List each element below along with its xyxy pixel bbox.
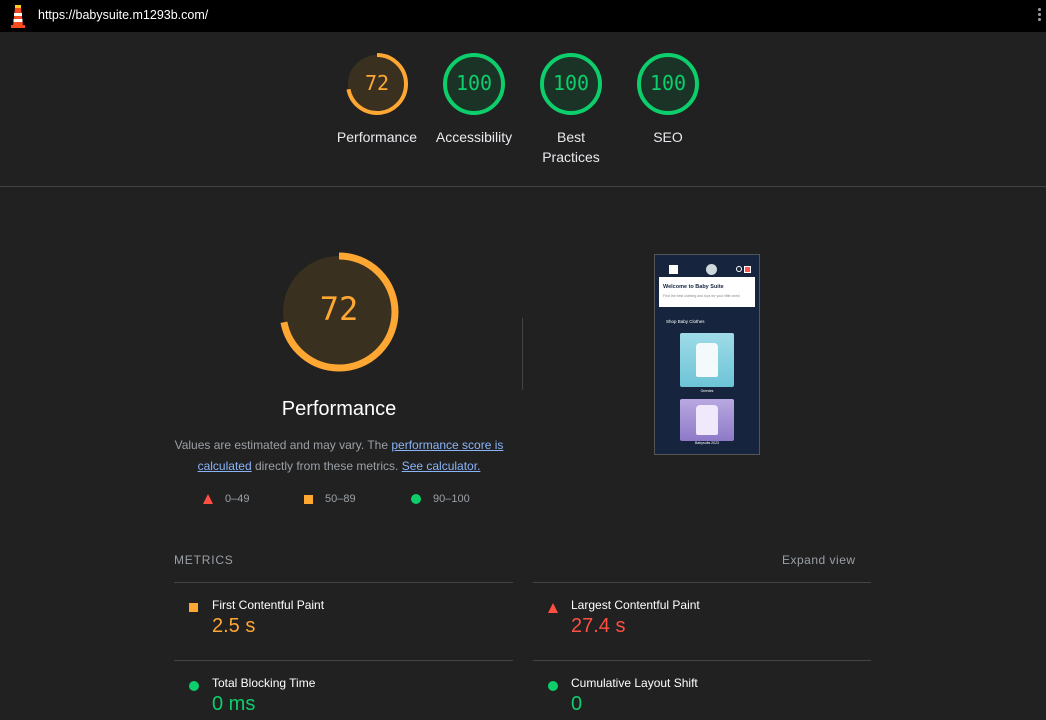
thumb-product-caption: Babysuits 2023	[695, 441, 719, 445]
gauge-seo[interactable]: 100 SEO	[618, 51, 718, 147]
page-screenshot-thumbnail[interactable]: Welcome to Baby Suite Find the best clot…	[654, 254, 760, 455]
square-icon	[304, 494, 313, 504]
thumb-section-title: Shop Baby Clothes	[666, 319, 705, 324]
metric-value: 2.5 s	[212, 615, 256, 637]
thumb-navbar	[659, 259, 755, 275]
gauge-best-practices[interactable]: 100 Best Practices	[521, 51, 621, 167]
square-icon	[189, 603, 198, 612]
category-label: SEO	[653, 129, 683, 145]
performance-score-large: 72	[319, 290, 359, 328]
thumb-hero-subtitle: Find the best clothing and toys for your…	[663, 294, 741, 298]
thumb-hero-title: Welcome to Baby Suite	[663, 284, 724, 290]
thumb-product-image	[680, 333, 734, 387]
browser-bar: https://babysuite.m1293b.com/	[0, 0, 1046, 32]
onesie-icon	[696, 405, 718, 435]
performance-description: Values are estimated and may vary. The p…	[174, 438, 504, 473]
legend-average: 50–89	[304, 493, 356, 505]
expand-view-toggle[interactable]: Expand view	[782, 553, 856, 567]
metric-label: Cumulative Layout Shift	[571, 676, 698, 690]
metric-divider	[533, 660, 871, 661]
category-label: Accessibility	[435, 129, 513, 145]
score-value: 100	[552, 71, 590, 95]
legend-pass: 90–100	[411, 493, 470, 505]
header-divider	[0, 186, 1046, 187]
metric-value: 0 ms	[212, 693, 256, 715]
thumb-product-image	[680, 399, 734, 441]
vertical-divider	[522, 318, 523, 390]
page-url[interactable]: https://babysuite.m1293b.com/	[38, 8, 208, 22]
performance-title: Performance	[281, 398, 397, 420]
metric-label: Total Blocking Time	[212, 676, 316, 690]
metric-divider	[174, 660, 513, 661]
circle-icon	[189, 681, 199, 691]
gauge-accessibility[interactable]: 100 Accessibility	[424, 51, 524, 147]
metric-label: Largest Contentful Paint	[571, 598, 700, 612]
metric-value: 27.4 s	[571, 615, 626, 637]
thumb-product-caption: Onesies	[700, 389, 714, 393]
score-value: 72	[364, 71, 390, 95]
circle-icon	[411, 494, 421, 504]
onesie-icon	[696, 343, 718, 377]
kebab-menu-icon[interactable]	[1036, 8, 1042, 24]
metric-label: First Contentful Paint	[212, 598, 325, 612]
circle-icon	[548, 681, 558, 691]
legend-fail: 0–49	[203, 493, 249, 505]
score-value: 100	[455, 71, 493, 95]
see-calculator-link[interactable]: See calculator.	[402, 459, 481, 473]
menu-icon	[669, 265, 678, 274]
thumb-hero: Welcome to Baby Suite Find the best clot…	[659, 277, 755, 307]
triangle-icon	[548, 603, 558, 613]
metric-divider	[174, 582, 513, 583]
metric-divider	[533, 582, 871, 583]
lighthouse-icon	[11, 5, 25, 28]
cart-icon	[744, 266, 751, 273]
metric-value: 0	[571, 693, 583, 715]
triangle-icon	[203, 494, 213, 504]
logo-icon	[706, 264, 717, 275]
metrics-header: METRICS	[174, 553, 234, 567]
score-value: 100	[649, 71, 687, 95]
category-label: Best Practices	[542, 129, 600, 165]
search-icon	[736, 266, 742, 272]
gauge-performance[interactable]: 72 Performance	[327, 51, 427, 147]
category-label: Performance	[336, 129, 418, 145]
